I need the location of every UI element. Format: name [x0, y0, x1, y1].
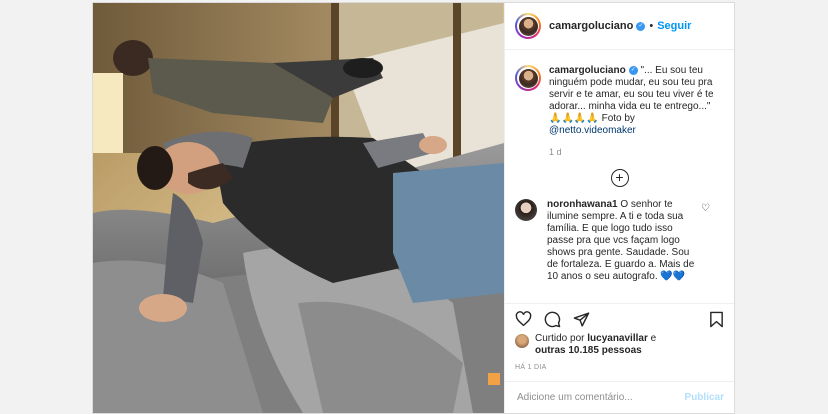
comment-bubble-icon[interactable]: [544, 311, 561, 328]
verified-badge-icon: ✓: [636, 21, 646, 31]
author-username[interactable]: camargoluciano: [549, 20, 633, 32]
save-bookmark-icon[interactable]: [709, 311, 724, 328]
caption-age: 1 d: [549, 147, 562, 157]
comment-like-heart-icon[interactable]: ♡: [701, 203, 710, 214]
post-header: camargoluciano ✓ • Seguir: [505, 3, 734, 50]
caption-author-avatar[interactable]: [515, 65, 541, 91]
comment-text-block: noronhawana1 O senhor te ilumine sempre.…: [547, 199, 697, 283]
comment-username[interactable]: noronhawana1: [547, 199, 618, 210]
author-avatar[interactable]: [515, 13, 541, 39]
plus-circle-icon[interactable]: +: [610, 169, 629, 187]
post-photo[interactable]: [93, 3, 504, 413]
likes-prefix: Curtido por: [535, 333, 585, 344]
action-bar: [505, 303, 734, 334]
comment-text: O senhor te ilumine sempre. A ti e toda …: [547, 199, 695, 282]
likes-summary: Curtido por lucyanavillar e outras 10.18…: [515, 333, 724, 357]
post-timestamp[interactable]: HÁ 1 DIA: [515, 364, 547, 371]
load-more-comments: +: [515, 169, 724, 187]
liker-username[interactable]: lucyanavillar: [587, 333, 648, 344]
post-sidebar: camargoluciano ✓ • Seguir camargoluciano…: [504, 3, 734, 413]
share-send-icon[interactable]: [573, 311, 590, 328]
verified-badge-icon: ✓: [628, 65, 638, 75]
caption-mention-link[interactable]: @netto.videomaker: [549, 125, 636, 136]
likes-text: Curtido por lucyanavillar e outras 10.18…: [535, 333, 656, 357]
caption: camargoluciano ✓ "... Eu sou teu ninguém …: [515, 65, 724, 137]
add-comment-bar: Publicar: [505, 381, 734, 413]
caption-username[interactable]: camargoluciano: [549, 65, 626, 76]
commenter-avatar[interactable]: [515, 199, 537, 221]
likes-connector: e: [650, 333, 657, 344]
comment-input[interactable]: [515, 391, 685, 404]
comments-section[interactable]: camargoluciano ✓ "... Eu sou teu ninguém …: [505, 51, 734, 303]
publish-button[interactable]: Publicar: [685, 392, 724, 403]
caption-text-block: camargoluciano ✓ "... Eu sou teu ninguém …: [549, 65, 719, 137]
separator-dot: •: [649, 20, 654, 32]
comment-emoji: 💙💙: [660, 271, 686, 282]
comment-item: noronhawana1 O senhor te ilumine sempre.…: [515, 199, 724, 283]
likes-others[interactable]: outras 10.185 pessoas: [535, 345, 642, 356]
liker-avatar[interactable]: [515, 334, 529, 348]
instagram-post: camargoluciano ✓ • Seguir camargoluciano…: [92, 2, 735, 414]
post-photo-image: [93, 3, 504, 413]
like-heart-icon[interactable]: [515, 311, 532, 327]
follow-button[interactable]: Seguir: [657, 20, 691, 32]
